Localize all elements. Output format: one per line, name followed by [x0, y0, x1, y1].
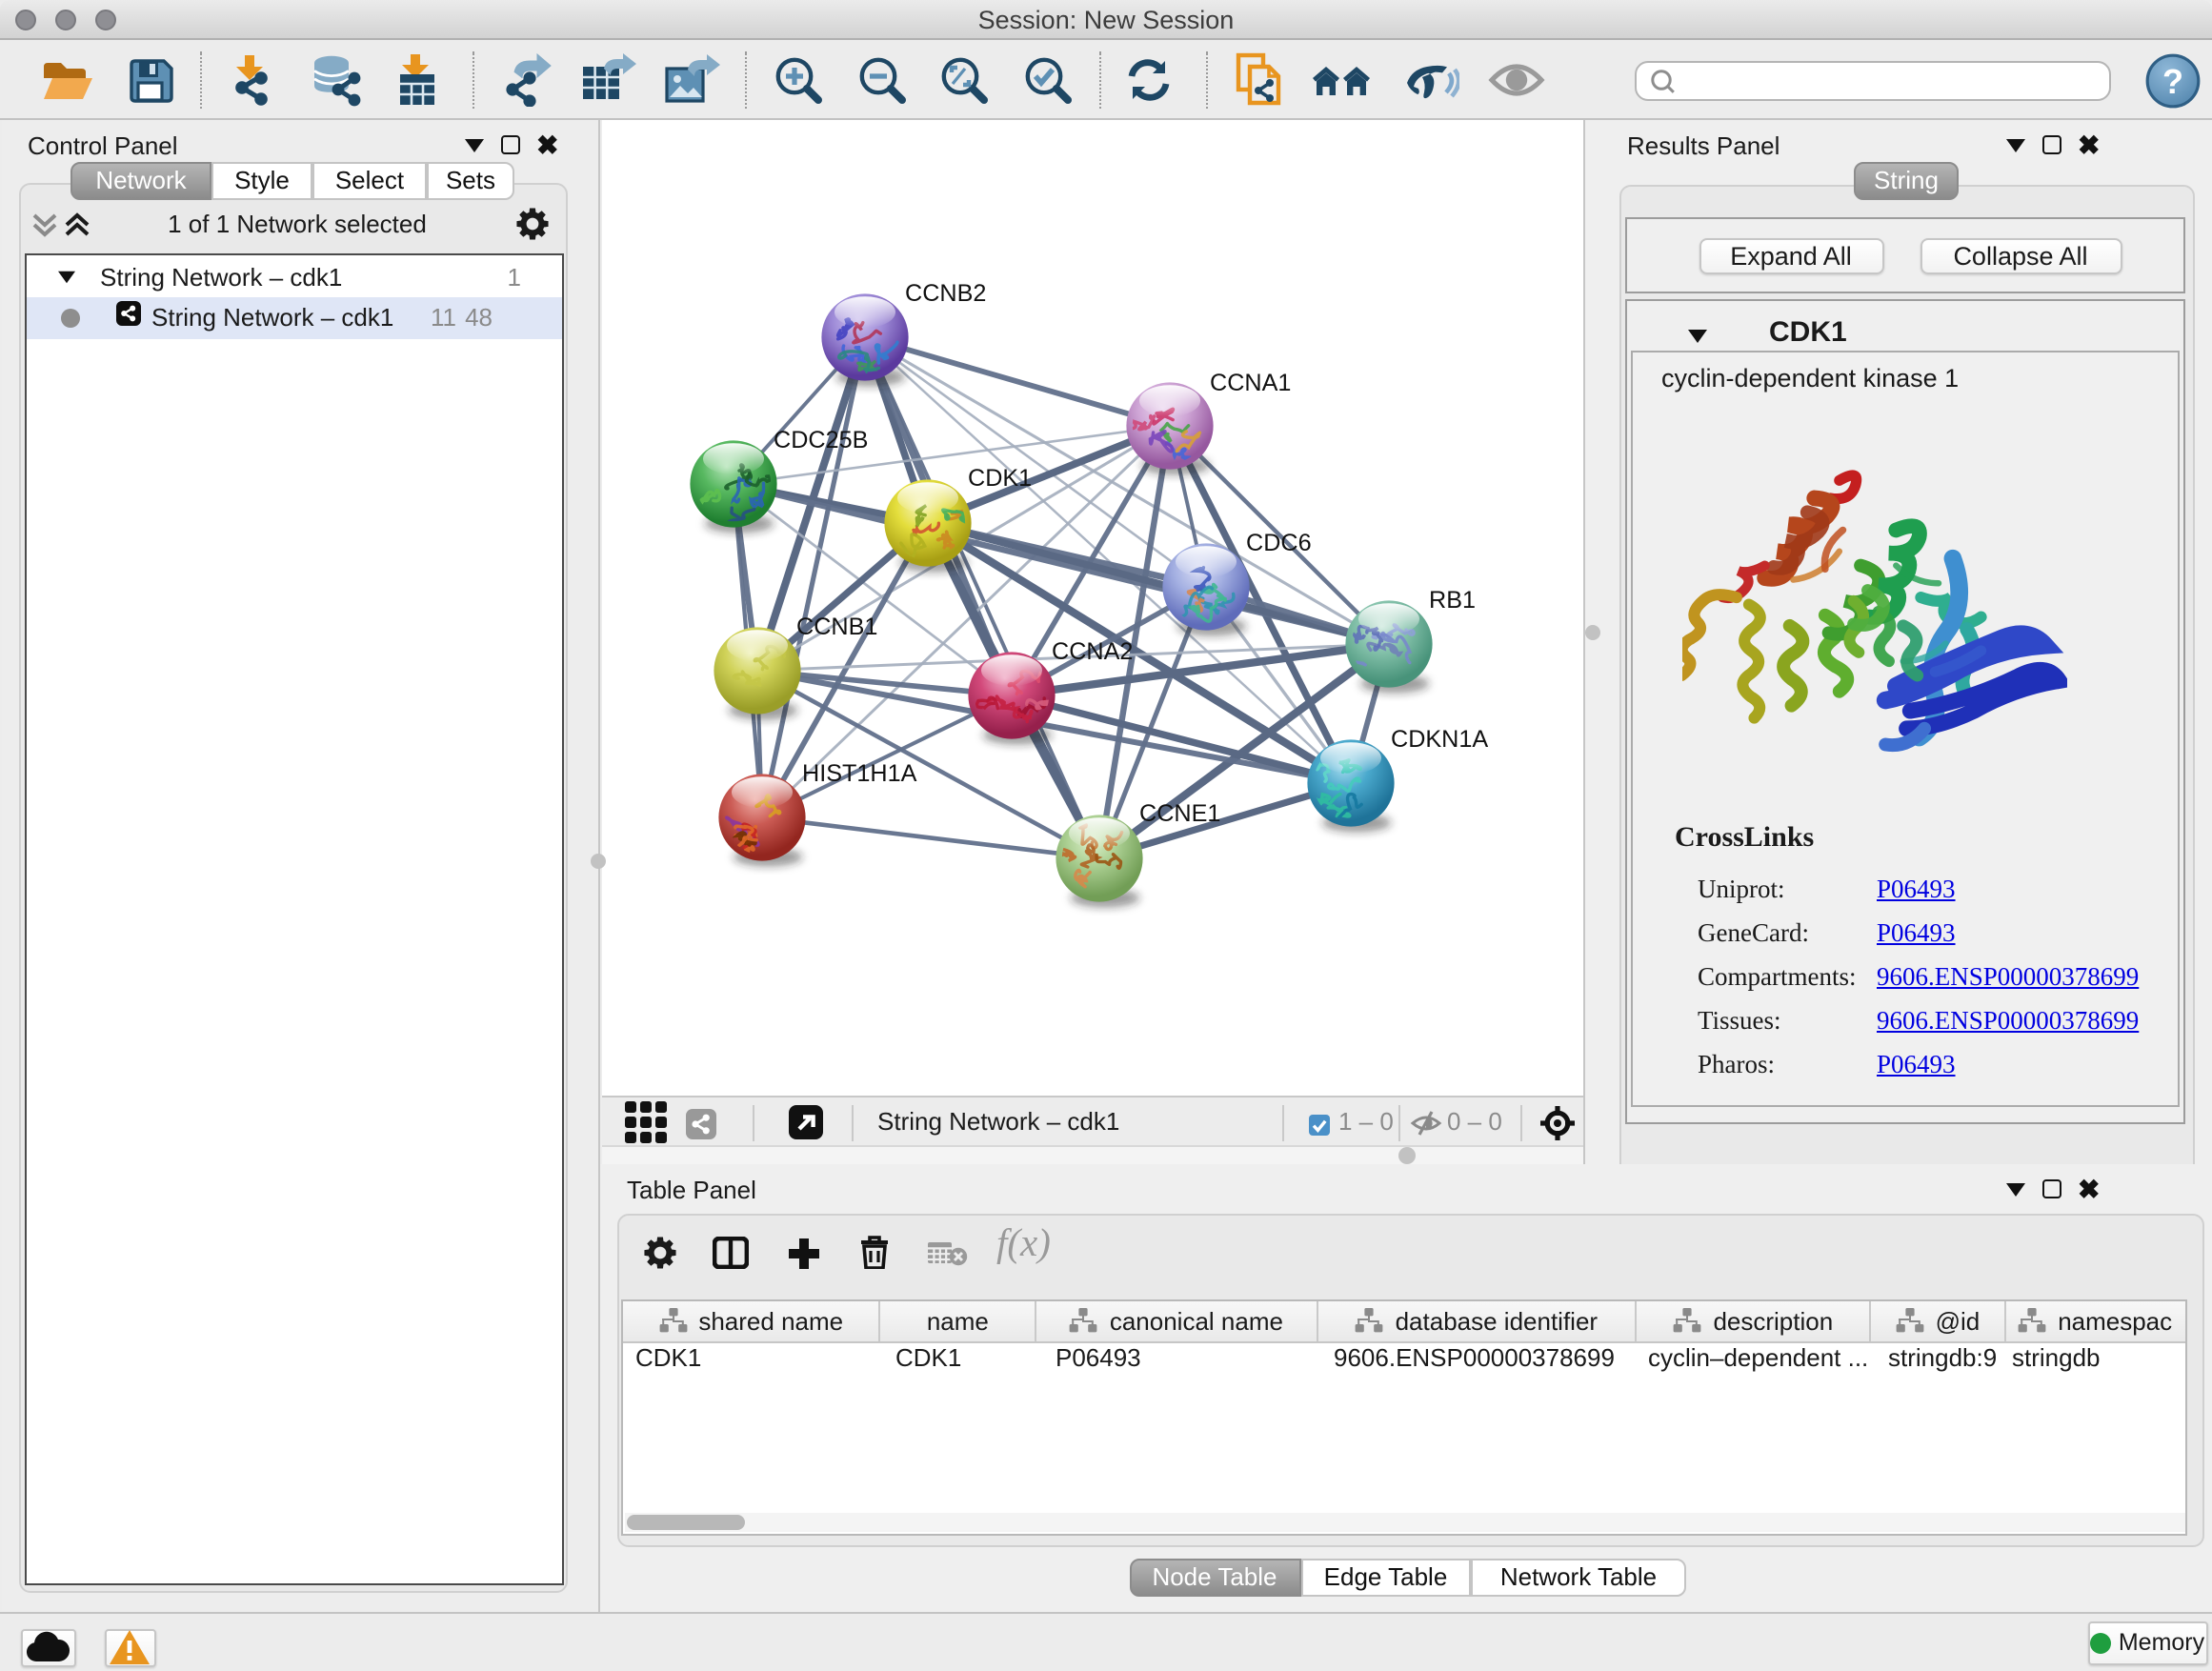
svg-text:?: ?	[2162, 61, 2183, 100]
svg-text:CDKN1A: CDKN1A	[1390, 726, 1487, 753]
svg-text:CCNA1: CCNA1	[1209, 370, 1290, 396]
svg-text:CCNE1: CCNE1	[1138, 800, 1219, 827]
svg-text:CCNB2: CCNB2	[904, 280, 985, 307]
svg-text:CCNA2: CCNA2	[1051, 638, 1132, 665]
svg-text:CDC6: CDC6	[1245, 530, 1311, 556]
svg-text:CDC25B: CDC25B	[773, 427, 867, 453]
svg-text:RB1: RB1	[1428, 587, 1475, 614]
svg-text:CCNB1: CCNB1	[795, 614, 876, 640]
svg-text:HIST1H1A: HIST1H1A	[801, 760, 916, 787]
svg-text:CDK1: CDK1	[967, 465, 1031, 492]
